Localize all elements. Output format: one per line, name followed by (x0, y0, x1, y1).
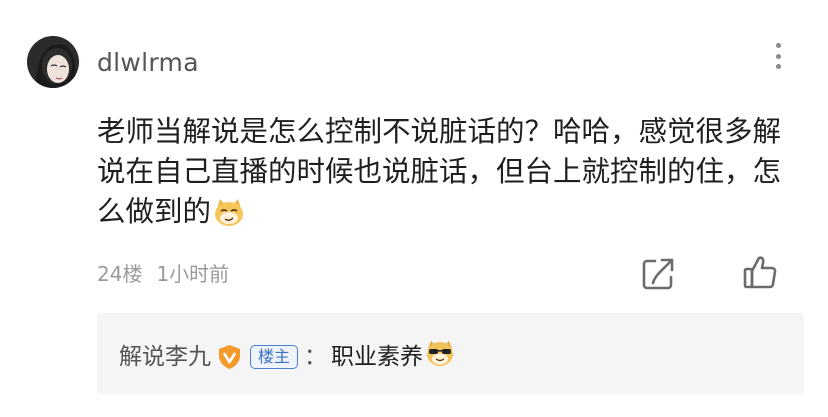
reply-author[interactable]: 解说李九 (119, 342, 211, 372)
cool-sunglasses-dog-emoji (425, 339, 455, 375)
more-dot (775, 53, 781, 59)
reply-line: 解说李九 楼主 ： 职业素养 (119, 339, 455, 375)
thumbs-up-icon (743, 256, 777, 289)
timestamp: 1小时前 (156, 262, 230, 286)
username[interactable]: dlwlrma (97, 49, 199, 77)
more-options-button[interactable] (766, 40, 790, 72)
avatar-image (27, 36, 79, 88)
comment-text-block: 老师当解说是怎么控制不说脏话的？哈哈，感觉很多解说在自己直播的时候也说脏话，但台… (97, 112, 787, 238)
op-badge: 楼主 (250, 345, 299, 369)
reply-text: 职业素养 (331, 344, 424, 370)
reply-preview[interactable]: 解说李九 楼主 ： 职业素养 (97, 313, 804, 394)
more-dot (775, 64, 781, 69)
floor-number: 24楼 (97, 262, 143, 286)
comment-card: dlwlrma 老师当解说是怎么控制不说脏话的？哈哈，感觉很多解说在自己直播的时… (0, 0, 828, 417)
share-button[interactable] (640, 256, 676, 292)
share-icon (642, 258, 674, 290)
comment-text: 老师当解说是怎么控制不说脏话的？哈哈，感觉很多解说在自己直播的时候也说脏话，但台… (97, 115, 782, 228)
smirk-cat-face-emoji (213, 197, 245, 238)
more-vertical-icon (775, 43, 781, 48)
avatar[interactable] (27, 36, 79, 88)
comment-meta: 24楼 1小时前 (97, 262, 229, 286)
verified-shield-icon (217, 344, 242, 370)
like-button[interactable] (742, 254, 778, 290)
reply-colon: ： (304, 344, 328, 370)
